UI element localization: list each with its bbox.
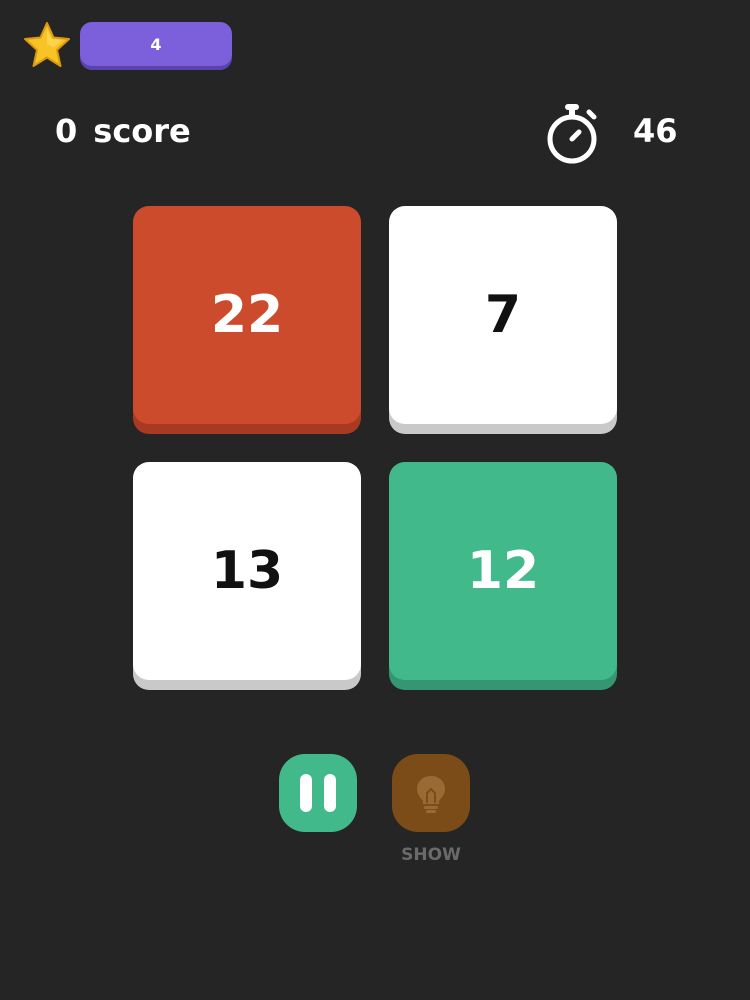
number-tile[interactable]: 7 [389, 206, 617, 424]
number-tile[interactable]: 13 [133, 462, 361, 680]
pause-button[interactable] [279, 754, 357, 832]
stopwatch-icon [547, 104, 597, 164]
number-tile[interactable]: 12 [389, 462, 617, 680]
number-tile[interactable]: 22 [133, 206, 361, 424]
tile-value: 22 [210, 285, 284, 345]
score-value: 0 [55, 112, 78, 150]
timer-value: 46 [633, 112, 678, 150]
lightbulb-icon [417, 776, 445, 813]
score-label: score [93, 112, 191, 150]
tile-value: 12 [466, 541, 540, 601]
level-badge: 4 [80, 22, 232, 66]
pause-icon [300, 774, 312, 812]
score-display: 0 score [55, 112, 191, 150]
tile-value: 13 [210, 541, 284, 601]
star-icon [24, 22, 70, 67]
pause-icon-bar [324, 774, 336, 812]
hint-button[interactable] [392, 754, 470, 832]
tile-value: 7 [484, 285, 522, 345]
hint-label: SHOW [401, 845, 461, 865]
level-value: 4 [150, 34, 162, 54]
